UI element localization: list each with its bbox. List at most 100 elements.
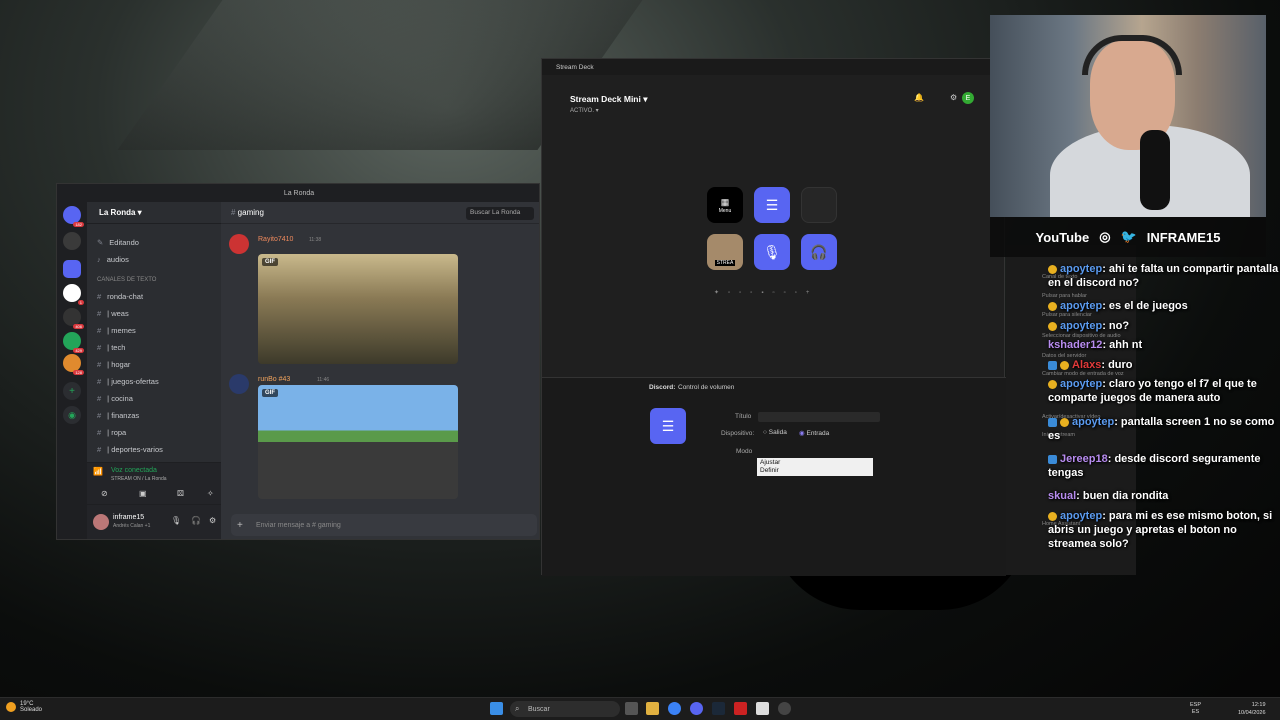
add-attachment-icon[interactable]: +	[237, 520, 243, 531]
explore-icon[interactable]: ◉	[63, 406, 81, 424]
youtube-label: YouTube	[1035, 229, 1090, 245]
chrome-icon[interactable]	[668, 702, 681, 715]
chat-text: : no?	[1102, 320, 1130, 332]
key-empty[interactable]	[801, 187, 837, 223]
add-server-icon[interactable]: +	[63, 382, 81, 400]
channel-item[interactable]: # | tech	[97, 343, 125, 352]
channel-item[interactable]: # ronda-chat	[97, 292, 143, 301]
channel-item[interactable]: # | finanzas	[97, 411, 139, 420]
account-icon[interactable]: E	[962, 92, 974, 104]
gif-image[interactable]: GIF	[258, 254, 458, 364]
channel-item[interactable]: # | cocina	[97, 394, 133, 403]
server-item[interactable]	[63, 260, 81, 278]
gear-icon[interactable]: ⚙	[950, 93, 957, 102]
social-bar: YouTube ◎ 🐦 INFRAME15	[990, 217, 1266, 257]
hash-icon: #	[97, 292, 102, 301]
microphone-icon[interactable]: 🎙	[171, 516, 181, 525]
server-item[interactable]: 429	[63, 332, 84, 353]
chat-text: : buen dia rondita	[1076, 490, 1169, 502]
screen-share-icon[interactable]: ▣	[139, 489, 147, 498]
key-stream[interactable]: STREA	[707, 234, 743, 270]
server-la-ronda[interactable]	[63, 232, 81, 250]
hash-icon: #	[97, 394, 102, 403]
server-item[interactable]: 1	[63, 284, 84, 305]
taskbar-search[interactable]: ⌕ Buscar	[510, 701, 620, 717]
guild-header[interactable]: La Ronda ▾	[87, 202, 221, 224]
server-item[interactable]: 128	[63, 354, 84, 375]
hash-icon: #	[97, 360, 102, 369]
headset-icon[interactable]: 🎧	[191, 516, 201, 525]
hash-icon: #	[97, 445, 102, 454]
dropdown-option[interactable]: Ajustar	[760, 459, 870, 467]
bell-icon[interactable]: 🔔	[914, 93, 924, 102]
steam-icon[interactable]	[712, 702, 725, 715]
dropdown-option[interactable]: Definir	[760, 467, 870, 475]
folder-icon[interactable]	[646, 702, 659, 715]
key-volume[interactable]: ☰	[754, 187, 790, 223]
server-item[interactable]: 406	[63, 308, 84, 329]
chat-header: # gaming Buscar La Ronda	[221, 202, 539, 224]
server-list: 182 1 406 429 128 + ◉	[57, 202, 87, 539]
stream-deck-icon[interactable]	[778, 702, 791, 715]
weather-widget[interactable]: 19°C Soleado	[6, 701, 42, 713]
key-label: Menu	[718, 207, 732, 214]
avatar[interactable]	[229, 234, 249, 254]
start-icon[interactable]	[490, 702, 503, 715]
chat-message: apoytep: para mi es ese mismo boton, si …	[1048, 509, 1280, 551]
avatar[interactable]	[229, 374, 249, 394]
channel-item[interactable]: # | weas	[97, 309, 129, 318]
action-preview[interactable]: ☰	[650, 408, 686, 444]
chat-message: apoytep: no?	[1048, 319, 1280, 333]
title-input[interactable]	[758, 412, 880, 422]
stream-deck-window: Stream Deck Stream Deck Mini ▾ ACTIVO. ▾…	[541, 58, 1006, 576]
key-menu[interactable]: ▦ Menu	[707, 187, 743, 223]
clock[interactable]: 12:19 10/04/2026	[1238, 701, 1266, 717]
server-badge: 182	[73, 222, 84, 227]
chat-user: apoytep	[1072, 416, 1115, 428]
gear-icon[interactable]: ⚙	[209, 516, 216, 525]
soundboard-icon[interactable]: ✧	[207, 489, 214, 498]
hash-icon: #	[97, 309, 102, 318]
profile-selector[interactable]: ACTIVO. ▾	[570, 107, 599, 114]
channel-item[interactable]: # | hogar	[97, 360, 130, 369]
key-mic[interactable]: 🎙	[754, 234, 790, 270]
app-icon[interactable]	[756, 702, 769, 715]
task-view-icon[interactable]	[625, 702, 638, 715]
channel-item[interactable]: # | ropa	[97, 428, 126, 437]
radio-output[interactable]: ○ Salida	[763, 429, 787, 436]
search-input[interactable]: Buscar La Ronda	[466, 207, 534, 220]
channel-item[interactable]: ✎ Editando	[97, 238, 139, 247]
channel-item[interactable]: # | memes	[97, 326, 136, 335]
channel-item[interactable]: # | juegos-ofertas	[97, 377, 159, 386]
camera-off-icon[interactable]: ⊘	[101, 489, 108, 498]
message-author[interactable]: runBo #43	[258, 376, 290, 383]
radio-input[interactable]: ◉ Entrada	[799, 429, 829, 437]
discord-icon[interactable]	[690, 702, 703, 715]
headset-icon: 🎧	[810, 243, 828, 260]
server-home[interactable]: 182	[63, 206, 84, 227]
weather-text: Soleado	[20, 707, 43, 713]
device-selector[interactable]: Stream Deck Mini ▾	[570, 94, 648, 105]
chat-user: kshader12	[1048, 339, 1103, 351]
gif-image[interactable]: GIF	[258, 385, 458, 499]
server-badge: 128	[73, 370, 84, 375]
app-icon[interactable]	[734, 702, 747, 715]
message-input[interactable]: Enviar mensaje a # gaming	[231, 514, 537, 536]
chat-user: Alaxs	[1072, 359, 1102, 371]
guild-name: La Ronda	[99, 208, 136, 217]
message-time: 11:46	[317, 377, 330, 383]
category-header[interactable]: CANALES DE TEXTO	[97, 277, 156, 283]
server-badge: 429	[73, 348, 84, 353]
page-dots[interactable]: ✦▫▫▫▪▫▫▫+	[714, 289, 818, 296]
language-indicator[interactable]: ESP ES	[1190, 702, 1201, 716]
activities-icon[interactable]: ⚄	[177, 489, 184, 498]
chat-message: Alaxs: duro	[1048, 358, 1280, 372]
key-headset[interactable]: 🎧	[801, 234, 837, 270]
channel-item[interactable]: ♪ audios	[97, 255, 129, 264]
twitter-icon: 🐦	[1120, 229, 1137, 244]
avatar[interactable]	[93, 514, 109, 530]
channel-item[interactable]: # | deportes-varios	[97, 445, 163, 454]
message-author[interactable]: Rayito7410	[258, 236, 293, 243]
mode-dropdown[interactable]: Ajustar Definir	[757, 458, 873, 476]
hash-icon: #	[97, 343, 102, 352]
